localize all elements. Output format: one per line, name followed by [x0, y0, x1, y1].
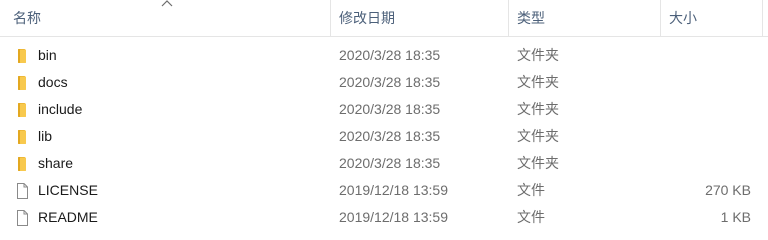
item-type: 文件: [517, 209, 545, 225]
list-item[interactable]: bin 2020/3/28 18:35 文件夹: [0, 42, 768, 69]
column-header-type[interactable]: 类型: [517, 0, 545, 36]
column-header-size[interactable]: 大小: [669, 0, 697, 36]
list-item[interactable]: lib 2020/3/28 18:35 文件夹: [0, 123, 768, 150]
item-type: 文件夹: [517, 47, 559, 63]
file-icon: [14, 210, 30, 226]
item-type: 文件夹: [517, 101, 559, 117]
item-modified-date: 2019/12/18 13:59: [339, 209, 448, 225]
item-modified-date: 2020/3/28 18:35: [339, 74, 441, 90]
folder-icon: [14, 129, 30, 145]
folder-icon: [14, 102, 30, 118]
item-name: lib: [38, 128, 53, 144]
item-type: 文件夹: [517, 74, 559, 90]
list-item[interactable]: docs 2020/3/28 18:35 文件夹: [0, 69, 768, 96]
column-header-modified[interactable]: 修改日期: [339, 0, 395, 36]
column-header-bar: 名称 修改日期 类型 大小: [0, 0, 768, 37]
item-modified-date: 2020/3/28 18:35: [339, 47, 441, 63]
column-divider[interactable]: [762, 0, 763, 36]
list-item[interactable]: share 2020/3/28 18:35 文件夹: [0, 150, 768, 177]
column-divider[interactable]: [660, 0, 661, 36]
list-item[interactable]: include 2020/3/28 18:35 文件夹: [0, 96, 768, 123]
item-name: share: [38, 155, 74, 171]
item-name: README: [38, 209, 98, 225]
item-name: include: [38, 101, 83, 117]
item-name: bin: [38, 47, 57, 63]
item-type: 文件夹: [517, 155, 559, 171]
list-item[interactable]: README 2019/12/18 13:59 文件 1 KB: [0, 204, 768, 231]
column-header-name[interactable]: 名称: [13, 0, 41, 36]
item-name: LICENSE: [38, 182, 98, 198]
item-size: 270 KB: [705, 182, 751, 198]
folder-icon: [14, 75, 30, 91]
item-modified-date: 2020/3/28 18:35: [339, 101, 441, 117]
item-modified-date: 2019/12/18 13:59: [339, 182, 448, 198]
file-icon: [14, 183, 30, 199]
file-list: bin 2020/3/28 18:35 文件夹 docs 2020/3/28 18:35…: [0, 42, 768, 231]
column-divider[interactable]: [330, 0, 331, 36]
folder-icon: [14, 48, 30, 64]
item-type: 文件: [517, 182, 545, 198]
item-name: docs: [38, 74, 68, 90]
list-item[interactable]: LICENSE 2019/12/18 13:59 文件 270 KB: [0, 177, 768, 204]
column-divider[interactable]: [508, 0, 509, 36]
item-modified-date: 2020/3/28 18:35: [339, 128, 441, 144]
item-size: 1 KB: [720, 209, 751, 225]
folder-icon: [14, 156, 30, 172]
item-modified-date: 2020/3/28 18:35: [339, 155, 441, 171]
item-type: 文件夹: [517, 128, 559, 144]
sort-ascending-icon[interactable]: [160, 0, 174, 8]
